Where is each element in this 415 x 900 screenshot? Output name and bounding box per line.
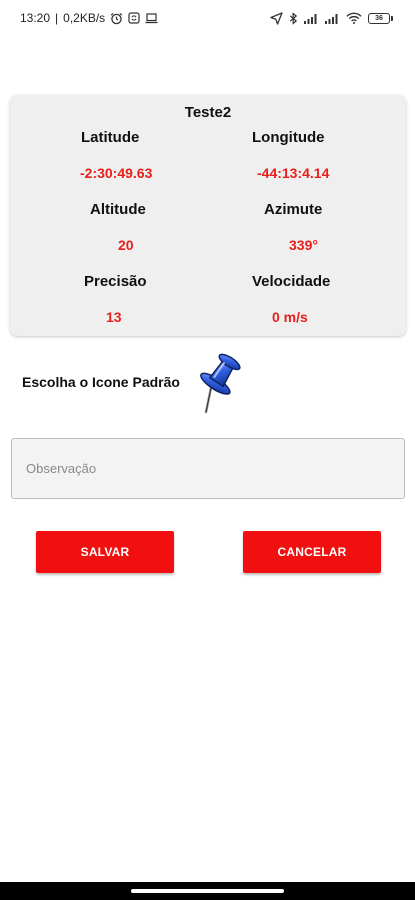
battery-level: 36 <box>368 12 390 24</box>
status-right: 36 <box>270 11 393 25</box>
signal-icon <box>325 13 340 24</box>
latitude-label: Latitude <box>81 129 140 146</box>
cancel-button[interactable]: CANCELAR <box>243 531 381 573</box>
status-separator: | <box>55 11 59 25</box>
observation-input[interactable] <box>11 438 405 499</box>
altitude-value: 20 <box>118 237 134 253</box>
precisao-label: Precisão <box>84 273 147 290</box>
longitude-label: Longitude <box>252 129 325 146</box>
status-time: 13:20 <box>20 11 51 25</box>
alarm-icon <box>110 12 123 25</box>
status-bar: 13:20 | 0,2KB/s 36 <box>0 0 415 36</box>
longitude-value: -44:13:4.14 <box>257 165 330 181</box>
location-info-card: Teste2 Latitude Longitude -2:30:49.63 -4… <box>10 95 406 336</box>
sync-icon <box>128 12 140 24</box>
precisao-value: 13 <box>106 309 122 325</box>
battery-icon: 36 <box>368 12 393 24</box>
azimute-label: Azimute <box>264 201 323 218</box>
navigation-bar <box>0 882 415 900</box>
location-arrow-icon <box>270 11 283 25</box>
status-left: 13:20 | 0,2KB/s <box>20 11 158 25</box>
latitude-value: -2:30:49.63 <box>80 165 153 181</box>
status-network-speed: 0,2KB/s <box>63 11 106 25</box>
pushpin-icon[interactable] <box>193 346 245 416</box>
save-button[interactable]: SALVAR <box>36 531 174 573</box>
point-title: Teste2 <box>184 104 232 121</box>
laptop-icon <box>145 12 158 24</box>
velocidade-label: Velocidade <box>252 273 331 290</box>
default-icon-label: Escolha o Icone Padrão <box>22 374 180 390</box>
azimute-value: 339° <box>289 237 318 253</box>
altitude-label: Altitude <box>90 201 146 218</box>
signal-icon <box>304 13 319 24</box>
home-gesture-handle[interactable] <box>131 889 284 893</box>
velocidade-value: 0 m/s <box>272 309 308 325</box>
bluetooth-icon <box>289 11 298 25</box>
wifi-icon <box>346 12 362 24</box>
